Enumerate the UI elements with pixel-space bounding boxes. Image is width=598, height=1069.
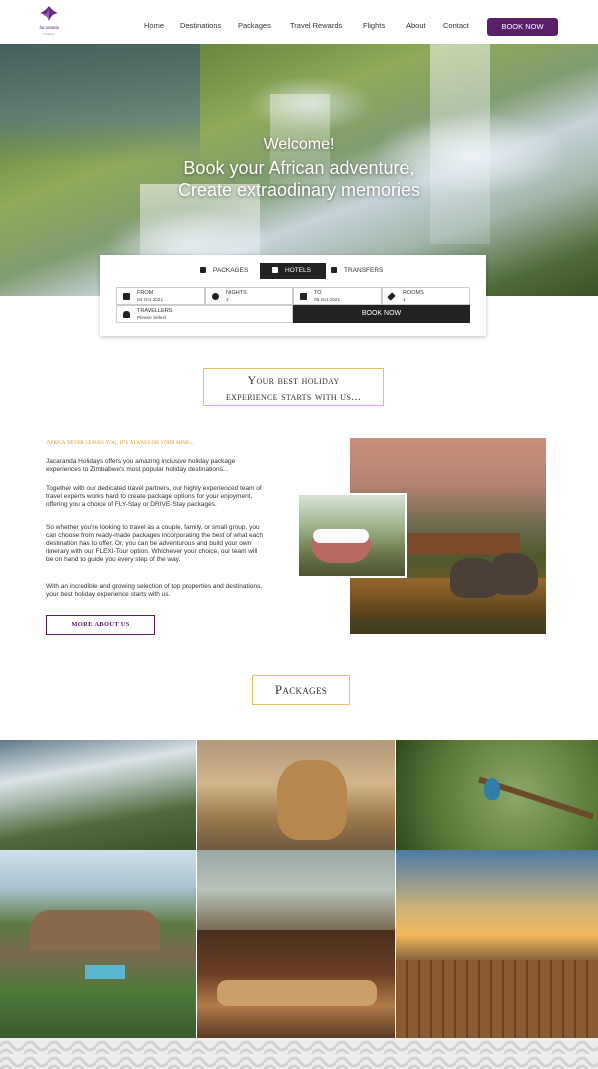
rooms-label: ROOMS: [403, 290, 424, 296]
travellers-label: TRAVELLERS: [137, 308, 173, 314]
from-label: FROM: [137, 290, 154, 296]
nav-contact[interactable]: Contact: [443, 21, 469, 30]
bed-icon: [272, 267, 278, 273]
about-paragraph-1: Jacaranda Holidays offers you amazing in…: [46, 458, 236, 473]
rooms-field[interactable]: ROOMS 1: [382, 287, 470, 305]
hero-headline-1: Book your African adventure,: [183, 158, 415, 178]
package-hotel-pool[interactable]: [0, 850, 196, 1038]
intro-title-box: Your best holiday experience starts with…: [203, 368, 384, 406]
tab-hotels-label: HOTELS: [285, 267, 312, 274]
nights-field[interactable]: NIGHTS 2: [205, 287, 293, 305]
nav-destinations[interactable]: Destinations: [180, 21, 221, 30]
tab-packages-label: PACKAGES: [213, 267, 249, 274]
nights-label: NIGHTS: [226, 290, 247, 296]
packages-title: Packages: [274, 682, 328, 697]
about-paragraph-2: Together with our dedicated travel partn…: [46, 485, 262, 508]
tab-packages[interactable]: PACKAGES: [200, 263, 260, 279]
packages-title-box: Packages: [252, 675, 350, 705]
nav-travel-rewards[interactable]: Travel Rewards: [290, 21, 342, 30]
about-paragraph-4: With an incredible and growing selection…: [46, 583, 263, 598]
package-dining[interactable]: [197, 930, 395, 1038]
elephant-2: [490, 553, 538, 595]
calendar-icon: [123, 293, 130, 300]
package-lion-reflection[interactable]: [197, 850, 395, 930]
person-icon: [123, 311, 130, 318]
from-date-field[interactable]: FROM 04 Oct 2021: [116, 287, 205, 305]
to-label: TO: [314, 290, 322, 296]
package-sunset-deck[interactable]: [396, 850, 598, 1038]
nav-about[interactable]: About: [406, 21, 426, 30]
hero-headline-2: Create extraodinary memories: [177, 180, 421, 200]
lioness-figure: [277, 760, 347, 840]
hero-welcome: Welcome!: [263, 136, 335, 153]
package-kingfisher[interactable]: [396, 740, 598, 850]
sandwiches: [217, 980, 377, 1006]
brand-logo[interactable]: Jacaranda Holidays: [36, 6, 62, 38]
bath-foam: [313, 529, 369, 543]
brand-name: Jacaranda: [39, 26, 59, 31]
to-value: 06 Oct 2021: [314, 297, 341, 303]
pool: [85, 965, 125, 979]
outdoor-bath-image: [297, 493, 407, 578]
nav-home[interactable]: Home: [144, 21, 164, 30]
booking-widget: PACKAGES HOTELS TRANSFERS FROM 04 Oct 20…: [100, 255, 486, 336]
decorative-footer-pattern: [0, 1038, 598, 1069]
about-paragraph-3: So whether you're looking to travel as a…: [46, 524, 264, 563]
moon-icon: [212, 293, 219, 300]
tab-transfers[interactable]: TRANSFERS: [331, 263, 401, 279]
travellers-value: Please Select: [137, 315, 167, 321]
rooms-value: 1: [403, 297, 406, 303]
deck-floor: [396, 960, 598, 1038]
brand-sub: Holidays: [43, 32, 55, 36]
key-icon: [387, 292, 396, 301]
kingfisher-bird: [484, 778, 500, 800]
travellers-field[interactable]: TRAVELLERS Please Select: [116, 305, 293, 323]
wave-pattern-icon: [0, 1038, 598, 1069]
tab-transfers-label: TRANSFERS: [344, 267, 384, 274]
bus-icon: [331, 267, 337, 273]
thatched-roof: [30, 910, 160, 950]
to-date-field[interactable]: TO 06 Oct 2021: [293, 287, 382, 305]
nav-flights[interactable]: Flights: [363, 21, 385, 30]
intro-line-2: experience starts with us...: [225, 389, 362, 403]
site-header: Jacaranda Holidays Home Destinations Pac…: [0, 0, 598, 44]
more-about-us-button[interactable]: MORE ABOUT US: [46, 615, 155, 635]
header-book-now-button[interactable]: BOOK NOW: [487, 18, 558, 36]
document-icon: [200, 267, 206, 273]
nights-value: 2: [226, 297, 229, 303]
calendar-icon: [300, 293, 307, 300]
tab-hotels[interactable]: HOTELS: [260, 263, 326, 279]
about-tagline: Africa never leaves you, it's always on …: [46, 439, 195, 446]
intro-line-1: Your best holiday: [247, 373, 340, 387]
package-victoria-falls[interactable]: [0, 740, 196, 850]
lodge-building: [390, 533, 520, 555]
booking-submit-button[interactable]: BOOK NOW: [293, 305, 470, 323]
nav-packages[interactable]: Packages: [238, 21, 271, 30]
jacaranda-flower-icon: [40, 6, 58, 21]
package-lioness[interactable]: [197, 740, 395, 850]
from-value: 04 Oct 2021: [137, 297, 164, 303]
